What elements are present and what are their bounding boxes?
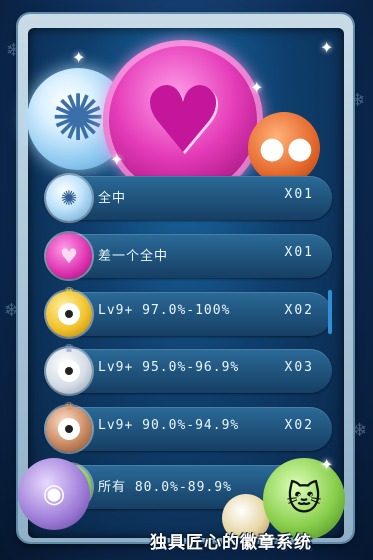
badge-label: 所有 80.0%-89.9% [98, 479, 232, 495]
sparkle-icon: ✦ [320, 38, 334, 57]
badge-row[interactable]: ♛ Lv9+ 90.0%-94.9% X02 [44, 400, 332, 453]
badge-count: X03 [284, 360, 314, 376]
crown-icon: ♛ [64, 342, 74, 356]
badge-row[interactable]: ♥ 差一个全中 X01 [44, 232, 332, 279]
list-scrollbar[interactable] [328, 290, 332, 334]
badge-count: X02 [284, 418, 314, 434]
ring-icon [58, 360, 80, 383]
sparkle-icon: ✦ [110, 150, 124, 169]
orange-monster-icon: ● ● [259, 130, 313, 166]
badge-count: X01 [284, 244, 314, 260]
badge-row[interactable]: ♛ Lv9+ 97.0%-100% X02 [44, 285, 332, 337]
ice-star-badge-icon: ✺ [46, 175, 92, 221]
crown-icon: ♛ [64, 400, 74, 414]
purple-monster-icon: ◉ [42, 479, 66, 509]
sparkle-icon: ✦ [72, 48, 86, 67]
badge-label: Lv9+ 97.0%-100% [98, 302, 231, 318]
badge-label: Lv9+ 95.0%-96.9% [98, 360, 240, 376]
sparkle-icon: ✦ [320, 455, 334, 474]
crown-icon: ♛ [64, 284, 74, 298]
orange-monster-badge: ● ● [248, 112, 320, 184]
badge-label: 差一个全中 [98, 248, 169, 264]
bronze-crown-badge-icon: ♛ [46, 400, 92, 453]
footer-caption: 独具匠心的徽章系统 [150, 533, 312, 553]
gold-crown-badge-icon: ♛ [46, 285, 92, 337]
silver-crown-badge-icon: ♛ [46, 342, 92, 395]
purple-monster-ball: ◉ [18, 458, 90, 530]
badge-row[interactable]: ♛ Lv9+ 95.0%-96.9% X03 [44, 342, 332, 395]
snowflake-icon: ❄ [4, 300, 20, 321]
badge-label: 全中 [98, 191, 127, 206]
badge-count: X01 [284, 187, 314, 202]
badge-count: X02 [284, 302, 314, 318]
sparkle-icon: ✦ [250, 78, 264, 97]
pink-heart-badge-icon: ♥ [46, 232, 92, 279]
badge-row[interactable]: ✺ 全中 X01 [44, 175, 332, 221]
snowflake-icon: ❄ [352, 420, 368, 441]
badge-label: Lv9+ 90.0%-94.9% [98, 418, 240, 434]
ring-icon [58, 302, 80, 325]
ring-icon [58, 418, 80, 441]
